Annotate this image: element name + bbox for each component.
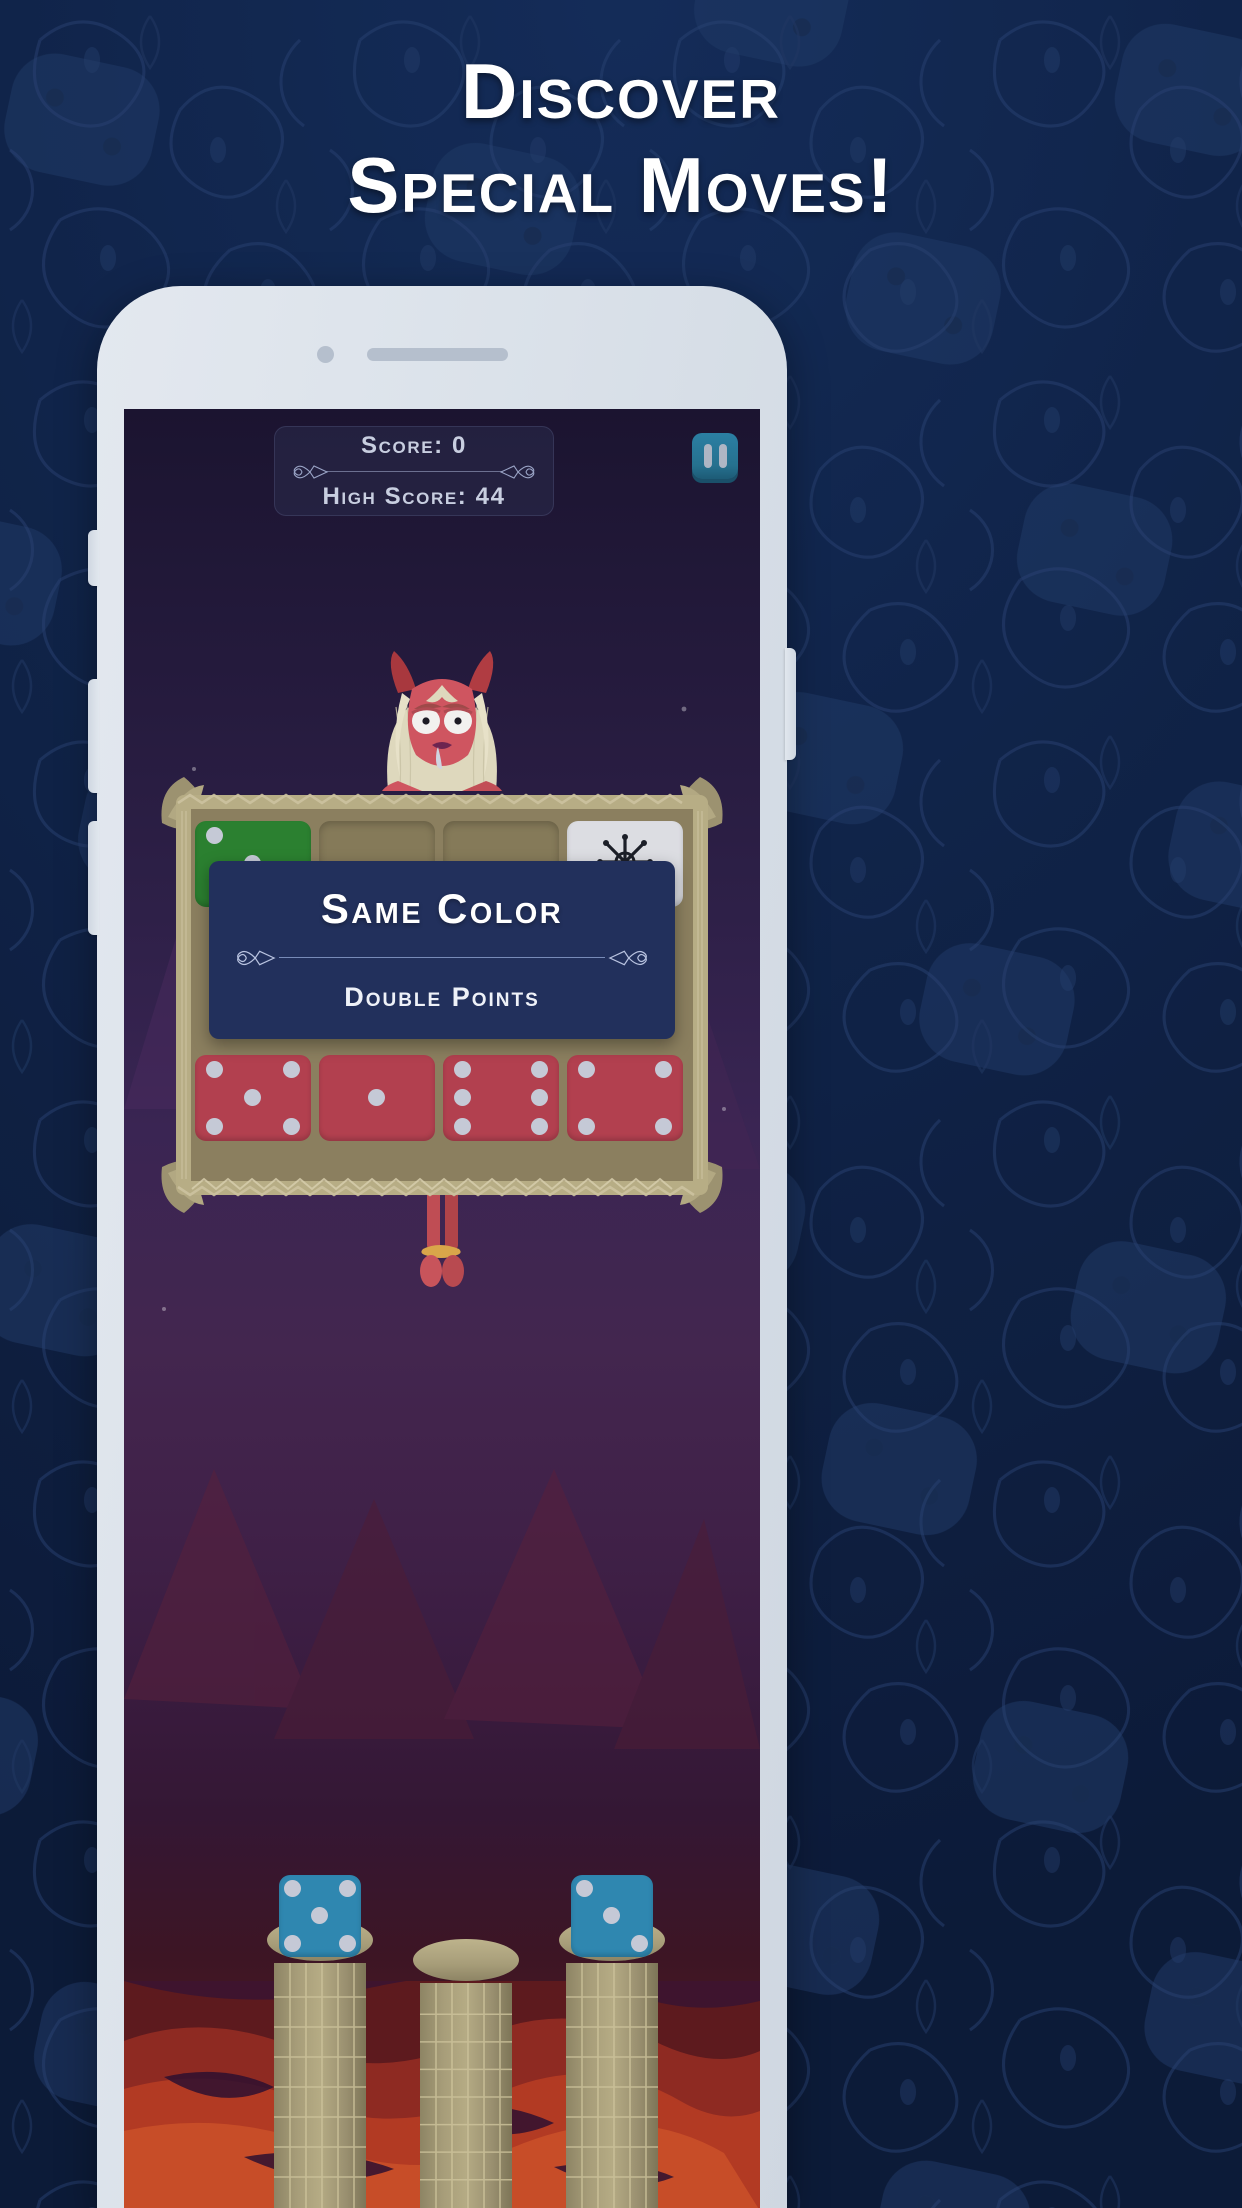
pause-icon-bar-right <box>718 444 727 468</box>
die-pip <box>311 1907 329 1925</box>
die-pip <box>576 1880 594 1898</box>
die-pip <box>577 1060 595 1078</box>
tray-bottom-slot-4[interactable] <box>567 1055 683 1141</box>
die-pip <box>283 1118 301 1136</box>
pillar-shaft <box>566 1963 658 2208</box>
earpiece-speaker <box>367 348 508 361</box>
flourish-left-icon <box>237 950 276 965</box>
die-pip <box>630 1934 648 1952</box>
die-pip <box>205 1060 223 1078</box>
die-pip <box>205 826 223 844</box>
die-pip <box>453 1060 471 1078</box>
die-pip <box>577 1118 595 1136</box>
die-pip <box>205 1118 223 1136</box>
flourish-right-icon <box>500 464 535 479</box>
phone-mockup: Score: 0 High Score: 44 Same Color Doubl… <box>88 286 796 2208</box>
pillar-die-1[interactable] <box>279 1875 361 1957</box>
special-move-card: Same Color Double Points <box>209 861 675 1039</box>
move-divider <box>227 948 657 968</box>
die-pip <box>284 1880 302 1898</box>
die-pip <box>338 1880 356 1898</box>
die-pip <box>338 1934 356 1952</box>
silent-switch-button[interactable] <box>88 530 99 586</box>
move-title: Same Color <box>320 885 564 933</box>
die-pip <box>368 1089 386 1107</box>
tray-bottom-slot-2[interactable] <box>319 1055 435 1141</box>
pillar-die-3[interactable] <box>571 1875 653 1957</box>
die-pip <box>531 1060 549 1078</box>
flourish-right-icon <box>608 950 647 965</box>
pillar-1[interactable] <box>267 1875 373 2208</box>
die-pip <box>531 1118 549 1136</box>
headline-line-2: Special Moves! <box>347 141 895 229</box>
pillar-shaft <box>274 1963 366 2208</box>
pillar-2[interactable] <box>413 1939 519 2208</box>
tray-bottom-slot-1[interactable] <box>195 1055 311 1141</box>
pillar-3[interactable] <box>559 1875 665 2208</box>
pause-icon-bar-left <box>703 444 712 468</box>
tray-bottom-slot-3[interactable] <box>443 1055 559 1141</box>
score-panel: Score: 0 High Score: 44 <box>274 426 554 516</box>
phone-screen: Score: 0 High Score: 44 Same Color Doubl… <box>124 409 760 2208</box>
die-pip <box>531 1089 549 1107</box>
power-button[interactable] <box>785 648 796 760</box>
headline-line-1: Discover <box>461 47 781 135</box>
pillar-cap <box>413 1939 519 1981</box>
promo-screenshot: Discover Special Moves! Score: 0 High Sc… <box>0 0 1242 2208</box>
pillar-shaft <box>420 1983 512 2208</box>
die-pip <box>244 1089 262 1107</box>
die-pip <box>655 1060 673 1078</box>
camera-dot-icon <box>317 346 334 363</box>
high-score-label: High Score: 44 <box>322 482 506 510</box>
volume-up-button[interactable] <box>88 679 99 793</box>
die-pip <box>284 1934 302 1952</box>
promo-headline: Discover Special Moves! <box>0 52 1242 224</box>
dice-row-bottom <box>195 1055 689 1141</box>
volume-down-button[interactable] <box>88 821 99 935</box>
game-scene: Score: 0 High Score: 44 Same Color Doubl… <box>124 409 760 2208</box>
die-pip <box>283 1060 301 1078</box>
score-label: Score: 0 <box>361 432 467 460</box>
die-pip <box>453 1118 471 1136</box>
die-pip <box>655 1118 673 1136</box>
move-subtitle: Double Points <box>344 981 540 1012</box>
pause-button[interactable] <box>692 433 738 479</box>
score-divider <box>288 463 540 481</box>
die-pip <box>453 1089 471 1107</box>
pillar-row <box>124 1875 760 2208</box>
flourish-left-icon <box>293 464 328 479</box>
die-pip <box>603 1907 621 1925</box>
